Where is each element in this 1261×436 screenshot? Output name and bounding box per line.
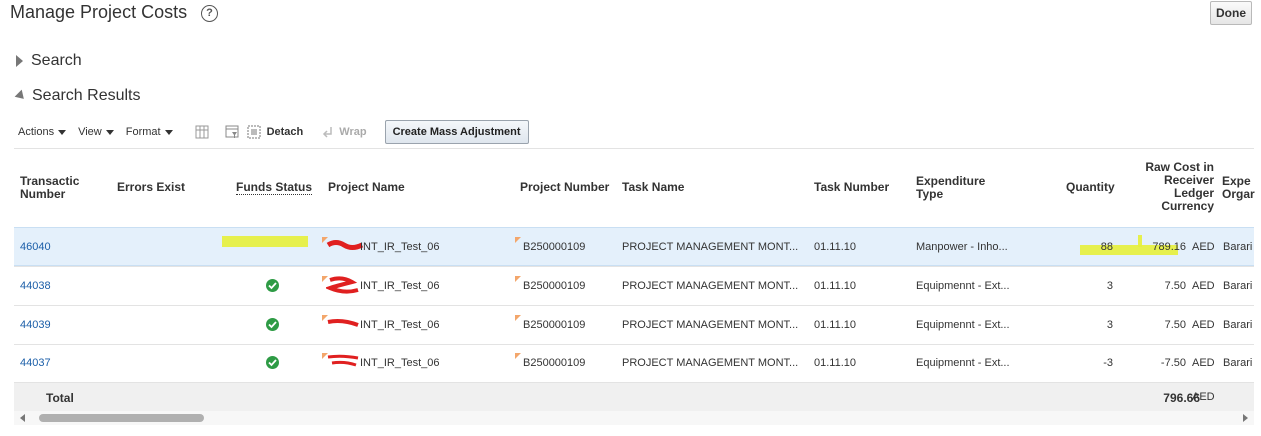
expenditure-org: Barari	[1223, 241, 1253, 253]
detach-button[interactable]: Detach	[267, 126, 304, 138]
col-expenditure-type[interactable]: Expenditure Type	[916, 175, 985, 201]
expenditure-type: Manpower - Inho...	[916, 241, 1008, 253]
done-button[interactable]: Done	[1210, 1, 1252, 25]
col-funds-status[interactable]: Funds Status	[236, 181, 313, 195]
task-name: PROJECT MANAGEMENT MONT...	[622, 241, 799, 253]
results-section-toggle[interactable]: Search Results	[14, 87, 141, 105]
caret-down-icon	[164, 129, 173, 135]
view-menu[interactable]: View	[78, 126, 114, 138]
search-section-toggle[interactable]: Search	[16, 52, 82, 70]
page-title: Manage Project Costs	[10, 2, 188, 22]
quantity: 3	[1106, 319, 1113, 331]
expenditure-org: Barari	[1223, 319, 1253, 331]
expenditure-type: Equipmennt - Ext...	[916, 319, 1010, 331]
transaction-link[interactable]: 46040	[20, 241, 51, 253]
scrollbar-thumb[interactable]	[39, 414, 204, 422]
results-section-label: Search Results	[32, 87, 141, 104]
quantity: 88	[1100, 241, 1113, 253]
col-project-number[interactable]: Project Number	[520, 181, 609, 194]
expenditure-org: Barari	[1223, 280, 1253, 292]
expenditure-type: Equipmennt - Ext...	[916, 280, 1010, 292]
currency: AED	[1192, 357, 1215, 369]
redaction-scribble	[326, 276, 359, 294]
check-circle-icon	[266, 318, 279, 331]
flag-icon	[515, 315, 521, 321]
redaction-scribble	[327, 354, 359, 367]
task-name: PROJECT MANAGEMENT MONT...	[622, 319, 799, 331]
col-raw-cost[interactable]: Raw Cost in Receiver Ledger Currency	[1140, 161, 1214, 213]
caret-down-icon	[58, 129, 67, 135]
total-currency: AED	[1192, 391, 1215, 403]
flag-icon	[515, 276, 521, 282]
results-toolbar: Actions View Format Detach Wrap Create M…	[18, 120, 529, 144]
caret-down-icon	[105, 129, 114, 135]
expand-icon	[16, 55, 23, 67]
currency: AED	[1192, 241, 1215, 253]
check-circle-icon	[266, 279, 279, 292]
actions-menu-label: Actions	[18, 126, 55, 138]
view-menu-label: View	[78, 126, 102, 138]
format-menu-label: Format	[125, 126, 161, 138]
col-quantity[interactable]: Quantity	[1066, 181, 1115, 194]
currency: AED	[1192, 319, 1215, 331]
redaction-scribble	[327, 319, 359, 327]
expenditure-org: Barari	[1223, 357, 1253, 369]
format-menu[interactable]: Format	[126, 126, 173, 138]
project-name: INT_IR_Test_06	[360, 357, 440, 369]
col-expenditure-org[interactable]: Expe Orgar	[1222, 175, 1255, 201]
check-circle-icon	[266, 356, 279, 369]
create-mass-adjustment-button[interactable]: Create Mass Adjustment	[384, 120, 529, 144]
col-task-number[interactable]: Task Number	[814, 181, 889, 194]
project-name: INT_IR_Test_06	[360, 241, 440, 253]
col-transaction-number[interactable]: Transactic Number	[20, 175, 79, 201]
task-number: 01.11.10	[814, 280, 857, 292]
currency: AED	[1192, 280, 1215, 292]
project-number: B250000109	[523, 241, 586, 253]
flag-icon	[515, 237, 521, 243]
wrap-button: Wrap	[339, 126, 367, 138]
scroll-left-icon[interactable]	[20, 414, 25, 422]
task-number: 01.11.10	[814, 357, 857, 369]
project-number: B250000109	[523, 280, 586, 292]
expenditure-type: Equipmennt - Ext...	[916, 357, 1010, 369]
flag-icon	[515, 353, 521, 359]
transaction-link[interactable]: 44039	[20, 319, 51, 331]
project-name: INT_IR_Test_06	[360, 319, 440, 331]
collapse-icon	[14, 89, 28, 103]
quantity: 3	[1106, 280, 1113, 292]
task-number: 01.11.10	[814, 319, 857, 331]
raw-cost: 7.50	[1164, 280, 1186, 292]
total-label: Total	[46, 391, 74, 405]
raw-cost: -7.50	[1160, 357, 1186, 369]
funds-status-highlight	[222, 236, 308, 247]
total-row: Total 796.66 AED	[14, 383, 1254, 411]
search-section-label: Search	[31, 52, 82, 69]
raw-cost: 7.50	[1164, 319, 1186, 331]
project-name: INT_IR_Test_06	[360, 280, 440, 292]
task-number: 01.11.10	[814, 241, 857, 253]
col-task-name[interactable]: Task Name	[622, 181, 684, 194]
col-errors-exist[interactable]: Errors Exist	[117, 181, 185, 194]
transaction-link[interactable]: 44037	[20, 357, 51, 369]
total-value: 796.66	[1163, 391, 1200, 405]
transaction-link[interactable]: 44038	[20, 280, 51, 292]
task-name: PROJECT MANAGEMENT MONT...	[622, 280, 799, 292]
project-number: B250000109	[523, 319, 586, 331]
horizontal-scrollbar[interactable]	[14, 411, 1254, 425]
freeze-icon[interactable]	[195, 125, 209, 139]
project-number: B250000109	[523, 357, 586, 369]
scroll-right-icon[interactable]	[1243, 414, 1248, 422]
raw-cost: 789.16	[1152, 241, 1186, 253]
wrap-icon	[321, 125, 335, 139]
help-icon[interactable]: ?	[201, 5, 218, 22]
col-project-name[interactable]: Project Name	[328, 181, 405, 194]
quantity: -3	[1103, 357, 1113, 369]
actions-menu[interactable]: Actions	[18, 126, 67, 138]
task-name: PROJECT MANAGEMENT MONT...	[622, 357, 799, 369]
filter-table-icon[interactable]	[225, 125, 239, 139]
detach-icon[interactable]	[247, 125, 261, 139]
